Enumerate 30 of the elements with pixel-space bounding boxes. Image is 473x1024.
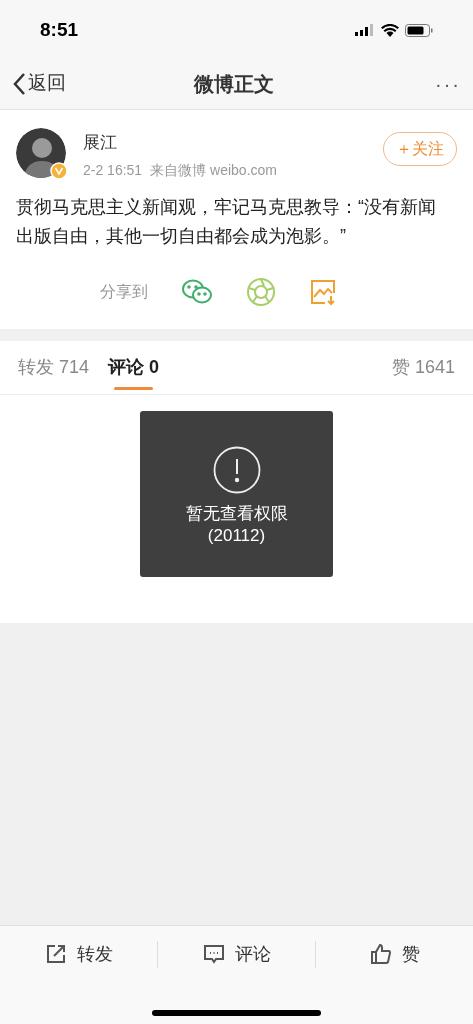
post-source: 来自微博 weibo.com bbox=[150, 160, 277, 180]
tab[interactable]: 评论 0 bbox=[108, 340, 160, 394]
comment-icon bbox=[202, 943, 225, 965]
image-download-icon[interactable] bbox=[309, 277, 337, 306]
action-button[interactable]: 评论 bbox=[202, 940, 271, 968]
action-button[interactable]: 转发 bbox=[44, 940, 113, 968]
share-out-icon bbox=[44, 943, 67, 965]
toast-code: (20112) bbox=[207, 524, 266, 547]
back-button[interactable]: 返回 bbox=[12, 69, 66, 98]
post-time: 2-2 16:51 bbox=[83, 160, 143, 180]
avatar[interactable] bbox=[16, 128, 66, 178]
warning-icon bbox=[212, 445, 261, 494]
battery-icon bbox=[405, 23, 433, 37]
aperture-icon[interactable] bbox=[246, 276, 276, 307]
page-title: 微博正文 bbox=[193, 71, 274, 97]
share-label: 分享到 bbox=[100, 281, 148, 302]
action-button[interactable]: 赞 bbox=[369, 940, 420, 968]
tab[interactable]: 转发 714 bbox=[18, 340, 90, 394]
tab-indicator bbox=[114, 386, 154, 390]
back-chevron-icon bbox=[12, 71, 26, 96]
toast-message: 暂无查看权限 bbox=[185, 502, 288, 525]
chat-bubbles-icon[interactable] bbox=[181, 277, 213, 306]
signal-icon bbox=[355, 24, 375, 36]
status-time: 8:51 bbox=[40, 17, 79, 42]
wifi-icon bbox=[381, 23, 399, 37]
more-button[interactable]: ··· bbox=[401, 68, 461, 99]
author-name[interactable]: 展江 bbox=[83, 130, 277, 156]
post-text: 贯彻马克思主义新闻观，牢记马克思教导：“没有新闻出版自由，其他一切自由都会成为泡影。” bbox=[16, 195, 437, 248]
thumbs-up-icon bbox=[369, 943, 392, 965]
likes-tab[interactable]: 赞 1641 bbox=[391, 340, 455, 394]
